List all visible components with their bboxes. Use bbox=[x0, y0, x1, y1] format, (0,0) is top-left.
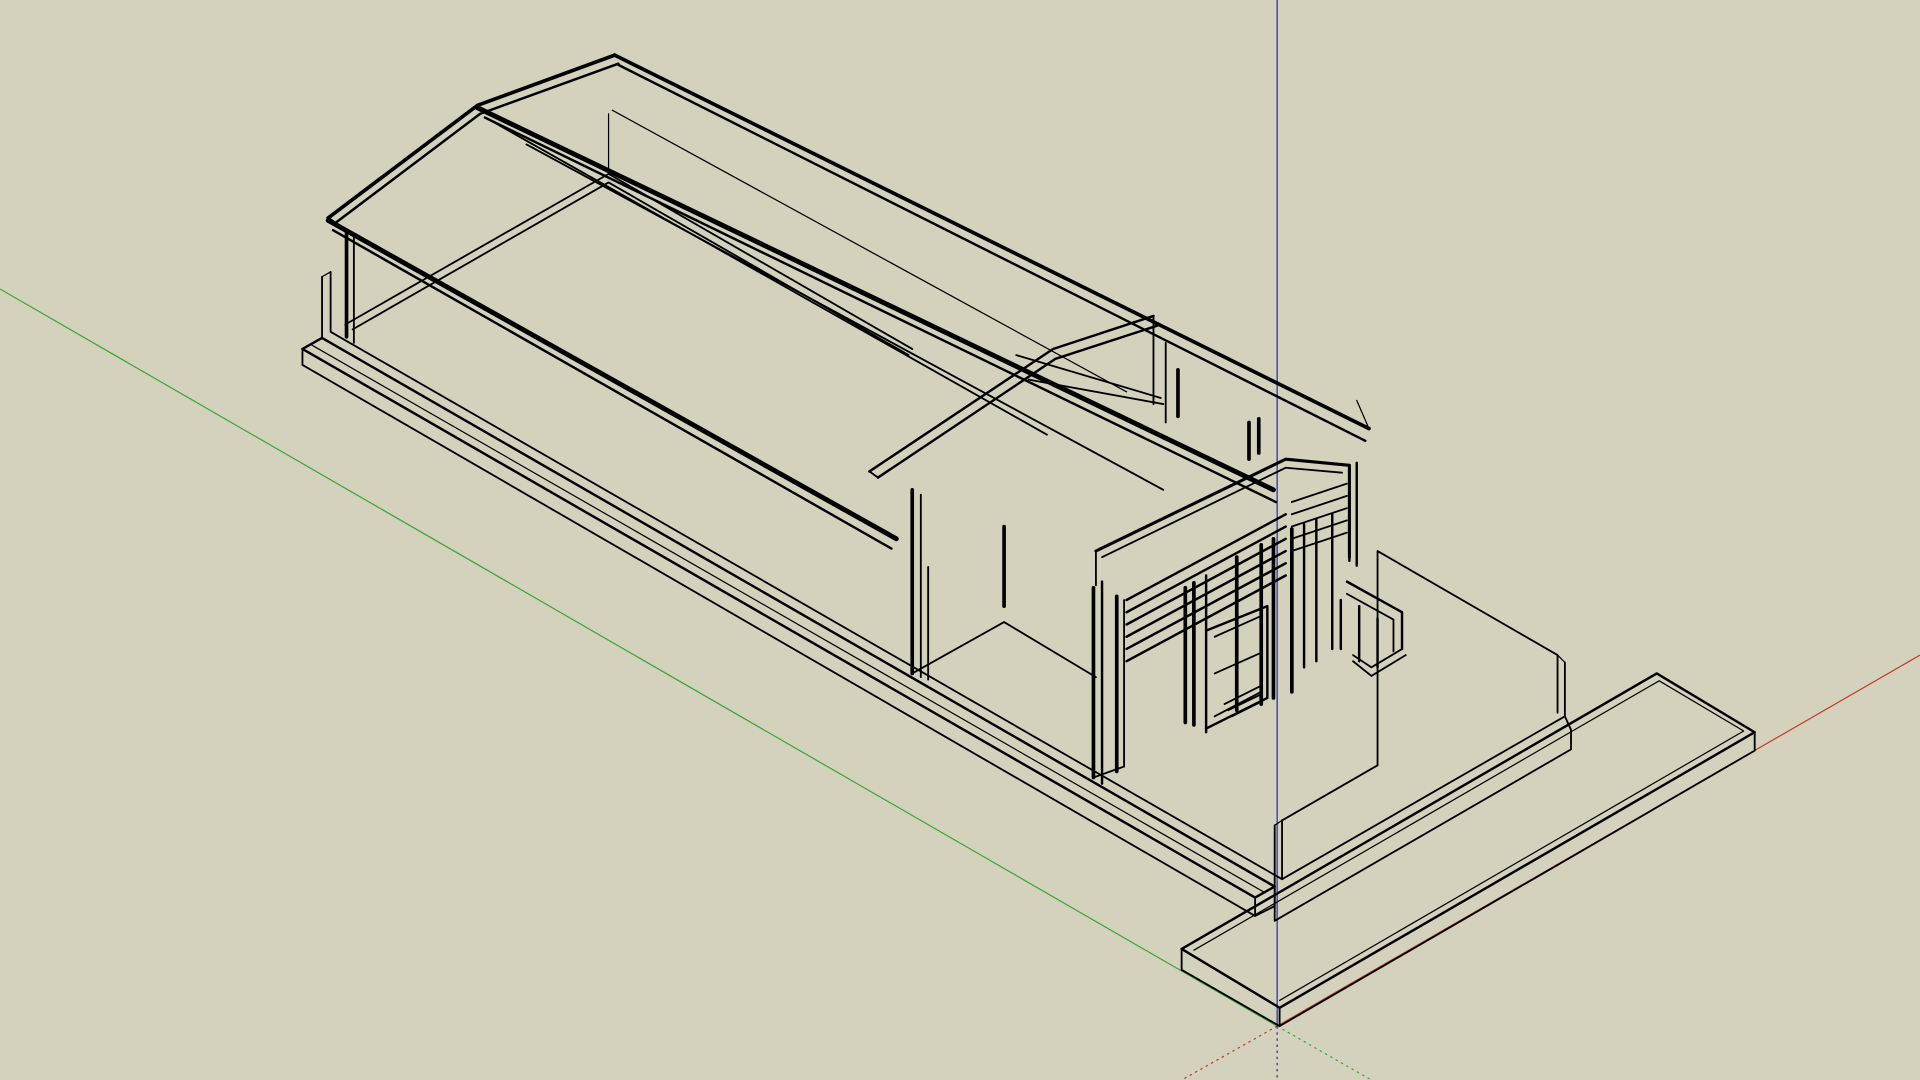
model-canvas[interactable] bbox=[0, 0, 1920, 1080]
sketchup-viewport[interactable] bbox=[0, 0, 1920, 1080]
viewport-background bbox=[0, 0, 1920, 1080]
